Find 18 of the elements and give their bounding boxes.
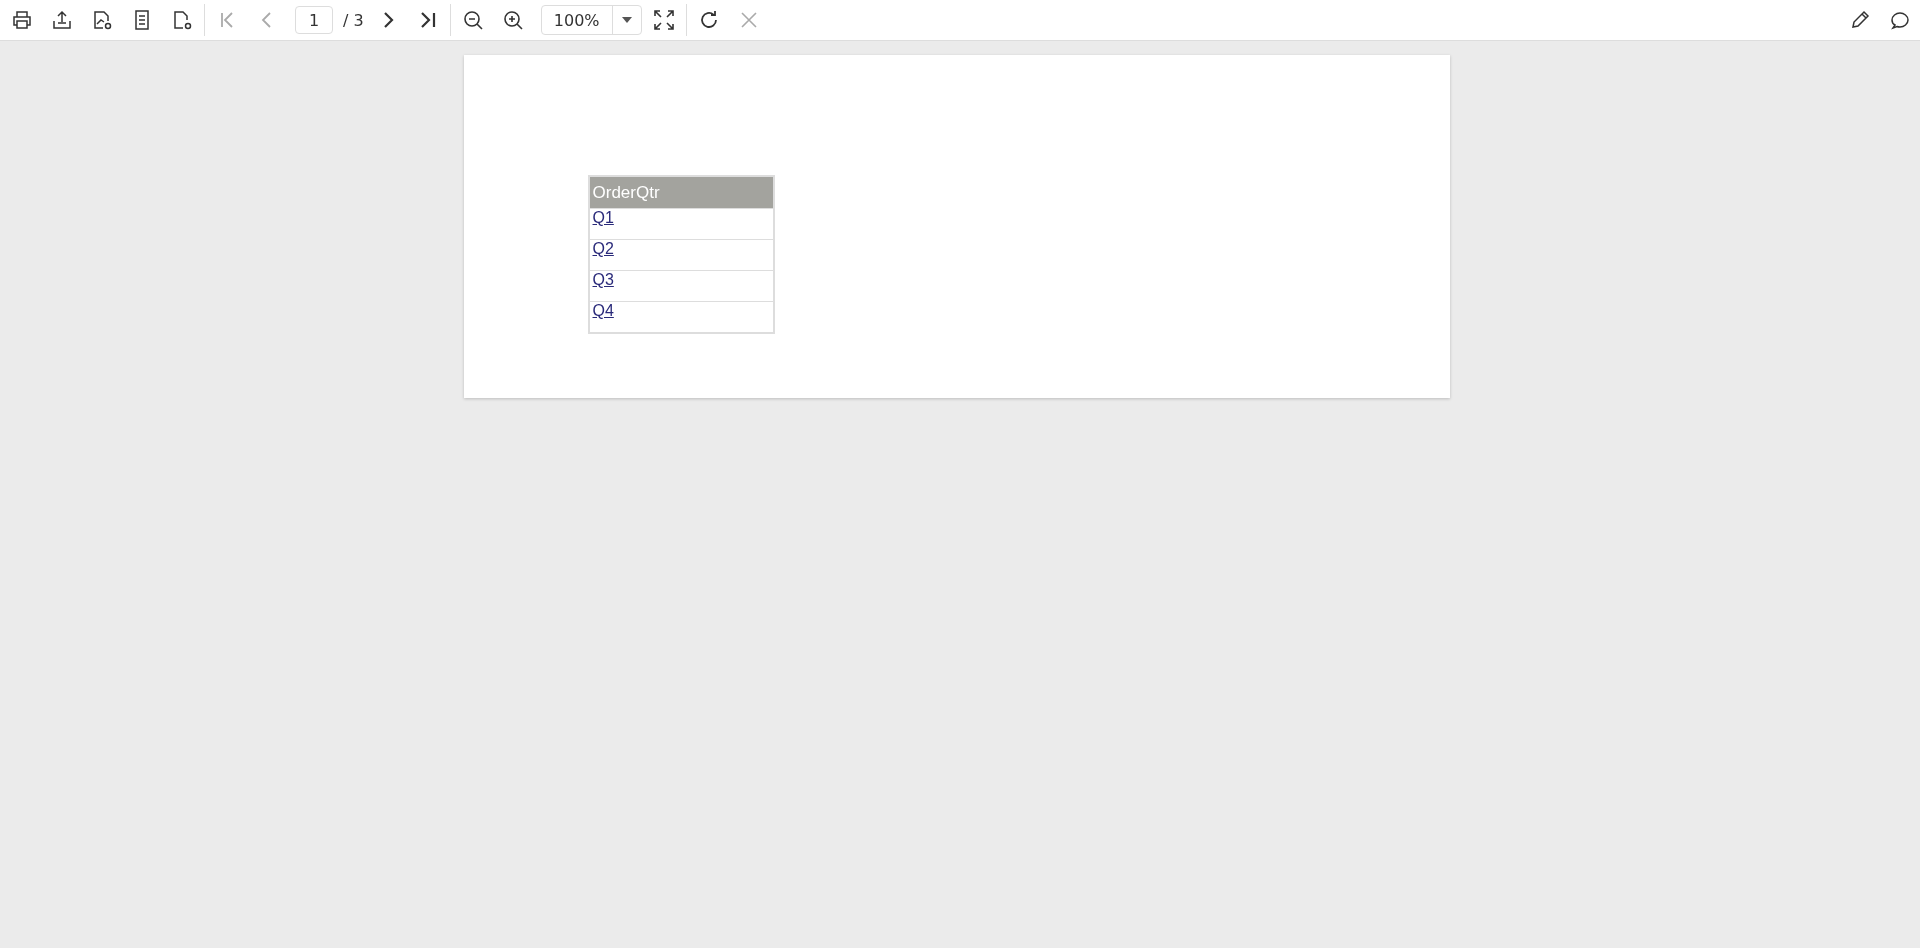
- speech-bubble-icon: [1889, 9, 1911, 31]
- page-number-field[interactable]: 1: [295, 6, 333, 34]
- image-gear-icon: [91, 9, 113, 31]
- quarter-link[interactable]: Q4: [592, 302, 614, 319]
- expand-arrows-icon: [651, 8, 676, 32]
- column-header: OrderQtr: [588, 176, 774, 209]
- zoom-dropdown[interactable]: 100%: [540, 5, 642, 35]
- caret-icon: [620, 16, 633, 24]
- quarter-link[interactable]: Q2: [592, 240, 614, 257]
- page-count: / 3: [343, 10, 364, 30]
- quarter-link[interactable]: Q1: [592, 209, 614, 226]
- printer-icon: [11, 9, 33, 31]
- pencil-icon: [1849, 9, 1871, 31]
- quarter-link[interactable]: Q3: [592, 271, 614, 288]
- zoom-in-icon: [501, 9, 524, 31]
- upload-tray-icon: [51, 9, 73, 31]
- zoom-out-icon: [461, 9, 484, 31]
- page-gear-icon: [171, 9, 193, 31]
